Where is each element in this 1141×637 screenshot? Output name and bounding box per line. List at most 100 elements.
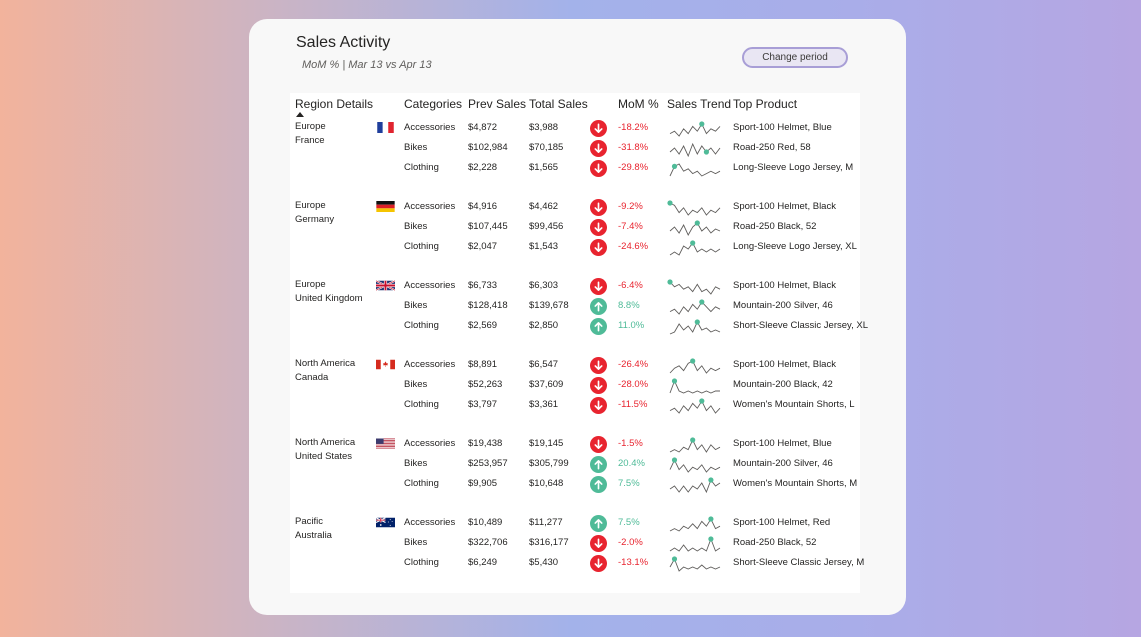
sales-trend-sparkline [668, 556, 722, 574]
column-header-mom[interactable]: MoM % [618, 97, 659, 111]
mom-cell: -6.4% [618, 280, 643, 291]
sales-trend-sparkline [668, 299, 722, 317]
sales-trend-sparkline [668, 398, 722, 416]
table-row[interactable]: Bikes $107,445 $99,456 -7.4% Road-250 Black,… [290, 219, 860, 239]
category-cell: Accessories [404, 438, 456, 449]
table-row[interactable]: Bikes $102,984 $70,185 -31.8% Road-250 Red, … [290, 140, 860, 160]
top-product-cell: Sport-100 Helmet, Blue [733, 122, 832, 133]
prev-sales-cell: $3,797 [468, 399, 498, 410]
top-product-cell: Women's Mountain Shorts, M [733, 478, 858, 489]
table-row[interactable]: Accessories $10,489 $11,277 7.5% Sport-100 H… [290, 515, 860, 535]
table-row[interactable]: Clothing $6,249 $5,430 -13.1% Short-Sleeve C… [290, 555, 864, 575]
table-row[interactable]: Accessories $4,872 $3,988 -18.2% Sport-100 H… [290, 120, 860, 140]
top-product-cell: Road-250 Black, 52 [733, 537, 817, 548]
sparkline-marker [690, 240, 696, 246]
table-row[interactable]: Clothing $9,905 $10,648 7.5% Women's Mountai… [290, 476, 860, 496]
page-title: Sales Activity [296, 34, 391, 51]
mom-cell: -26.4% [618, 359, 649, 370]
sparkline-path [669, 142, 721, 158]
sparkline-path [669, 242, 721, 256]
top-product-cell: Short-Sleeve Classic Jersey, M [733, 557, 865, 568]
table-row[interactable]: Accessories $4,916 $4,462 -9.2% Sport-100 He… [290, 199, 860, 219]
sales-trend-sparkline [667, 200, 722, 218]
sales-trend-sparkline [668, 220, 722, 238]
total-sales-cell: $37,609 [529, 379, 564, 390]
top-product-cell: Road-250 Red, 58 [733, 142, 811, 153]
column-header-top-product[interactable]: Top Product [733, 97, 797, 111]
sales-trend-sparkline [667, 279, 722, 297]
sparkline-marker [708, 477, 714, 483]
sales-trend-sparkline [668, 240, 722, 258]
table-row[interactable]: Accessories $6,733 $6,303 -6.4% Sport-100 He… [290, 278, 860, 298]
table-row[interactable]: Clothing $3,797 $3,361 -11.5% Women's Mounta… [290, 397, 860, 417]
prev-sales-cell: $253,957 [468, 458, 508, 469]
prev-sales-cell: $6,249 [468, 557, 498, 568]
mom-cell: 8.8% [618, 300, 640, 311]
mom-cell: 20.4% [618, 458, 645, 469]
table-row[interactable]: Clothing $2,228 $1,565 -29.8% Long-Sleeve Lo… [290, 160, 860, 180]
arrow-up-icon [590, 298, 607, 315]
category-cell: Bikes [404, 537, 428, 548]
total-sales-cell: $1,565 [529, 162, 559, 173]
table-row[interactable]: Bikes $52,263 $37,609 -28.0% Mountain-200 Bl… [290, 377, 860, 397]
sort-ascending-icon[interactable] [296, 112, 304, 117]
mom-cell: 7.5% [618, 478, 640, 489]
column-header-prev-sales[interactable]: Prev Sales [468, 97, 526, 111]
category-cell: Clothing [404, 557, 439, 568]
column-header-total-sales[interactable]: Total Sales [529, 97, 588, 111]
table-row[interactable]: Accessories $8,891 $6,547 -26.4% Sport-100 H… [290, 357, 860, 377]
arrow-down-icon [590, 239, 607, 256]
prev-sales-cell: $2,228 [468, 162, 498, 173]
top-product-cell: Road-250 Black, 52 [733, 221, 817, 232]
change-period-button[interactable]: Change period [742, 47, 848, 68]
page-subtitle: MoM % | Mar 13 vs Apr 13 [302, 59, 432, 71]
mom-cell: -24.6% [618, 241, 649, 252]
sparkline-marker [690, 437, 696, 443]
region-group-australia: Pacific Australia Accessories $10,489 $11,27… [290, 515, 864, 575]
arrow-down-icon [590, 377, 607, 394]
table-row[interactable]: Bikes $322,706 $316,177 -2.0% Road-250 Black… [290, 535, 860, 555]
category-cell: Accessories [404, 359, 456, 370]
arrow-down-icon [590, 278, 607, 295]
mom-cell: -11.5% [618, 399, 648, 410]
total-sales-cell: $6,303 [529, 280, 559, 291]
mom-cell: -7.4% [618, 221, 643, 232]
column-header-categories[interactable]: Categories [404, 97, 462, 111]
table-row[interactable]: Clothing $2,047 $1,543 -24.6% Long-Sleeve Lo… [290, 239, 860, 259]
mom-cell: -29.8% [618, 162, 649, 173]
prev-sales-cell: $2,047 [468, 241, 498, 252]
arrow-up-icon [590, 456, 607, 473]
sparkline-path [669, 301, 721, 315]
table-row[interactable]: Accessories $19,438 $19,145 -1.5% Sport-100 … [290, 436, 860, 456]
column-header-sales-trend[interactable]: Sales Trend [667, 97, 731, 111]
sparkline-marker [667, 200, 673, 206]
category-cell: Bikes [404, 221, 428, 232]
sales-trend-sparkline [668, 319, 722, 337]
sales-trend-sparkline [668, 477, 722, 495]
prev-sales-cell: $9,905 [468, 478, 498, 489]
top-product-cell: Long-Sleeve Logo Jersey, M [733, 162, 854, 173]
sparkline-marker [690, 358, 696, 364]
sparkline-path [669, 321, 721, 335]
total-sales-cell: $305,799 [529, 458, 569, 469]
table-row[interactable]: Bikes $128,418 $139,678 8.8% Mountain-200 Si… [290, 298, 860, 318]
category-cell: Bikes [404, 300, 428, 311]
sales-trend-sparkline [668, 536, 722, 554]
category-cell: Accessories [404, 280, 456, 291]
table-row[interactable]: Bikes $253,957 $305,799 20.4% Mountain-200 S… [290, 456, 860, 476]
arrow-down-icon [590, 219, 607, 236]
mom-cell: -28.0% [618, 379, 649, 390]
table-row[interactable]: Clothing $2,569 $2,850 11.0% Short-Sleeve Cl… [290, 318, 868, 338]
column-header-region[interactable]: Region Details [295, 97, 373, 111]
sparkline-path [669, 360, 721, 374]
sparkline-marker [699, 398, 705, 404]
prev-sales-cell: $4,916 [468, 201, 498, 212]
sparkline-path [669, 281, 721, 295]
prev-sales-cell: $102,984 [468, 142, 508, 153]
arrow-down-icon [590, 199, 607, 216]
arrow-up-icon [590, 318, 607, 335]
prev-sales-cell: $128,418 [468, 300, 508, 311]
top-product-cell: Sport-100 Helmet, Red [733, 517, 831, 528]
prev-sales-cell: $52,263 [468, 379, 503, 390]
prev-sales-cell: $6,733 [468, 280, 498, 291]
